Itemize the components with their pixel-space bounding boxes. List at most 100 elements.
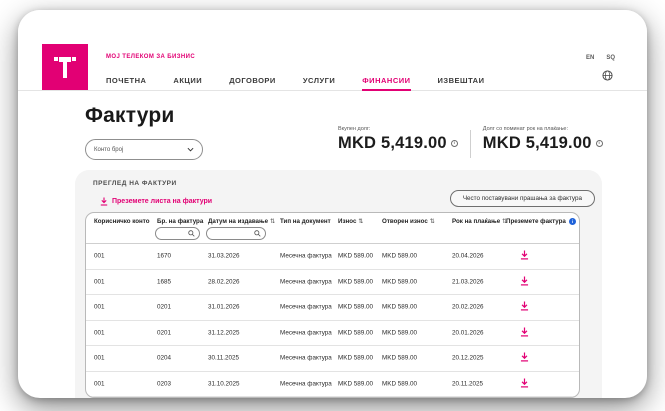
issue-date-filter-input[interactable]: [211, 230, 254, 237]
total-debt: Вкупен долг: MKD 5,419.00 i: [338, 126, 458, 153]
invoice-table-body: 001 1670 31.03.2026 Месечна фактура MKD …: [86, 244, 579, 397]
nav-item-pochetna[interactable]: ПОЧЕТНА: [106, 70, 146, 91]
nav-item-akcii[interactable]: АКЦИИ: [173, 70, 202, 91]
cell-invoice-no: 0204: [157, 354, 172, 362]
nav-item-uslugi[interactable]: УСЛУГИ: [303, 70, 335, 91]
sort-icon[interactable]: ⇅: [270, 218, 275, 225]
faq-button[interactable]: Често поставувани прашања за фактура: [449, 190, 595, 207]
cell-invoice-no: 0203: [157, 380, 172, 388]
download-icon: [520, 352, 529, 362]
cell-account: 001: [94, 252, 105, 260]
top-header: МОЈ ТЕЛЕКОМ ЗА БИЗНИС ПОЧЕТНА АКЦИИ ДОГО…: [18, 10, 647, 91]
download-icon: [520, 378, 529, 388]
cell-invoice-no: 0201: [157, 303, 172, 311]
column-header-due-date: Рок на плаќање ⇅: [452, 218, 508, 225]
info-icon[interactable]: i: [450, 140, 458, 147]
lang-en[interactable]: EN: [586, 55, 594, 61]
download-invoice-button[interactable]: [520, 301, 529, 313]
cell-issue-date: 31.12.2025: [208, 329, 240, 337]
info-icon[interactable]: i: [595, 140, 603, 147]
issue-date-filter[interactable]: [206, 227, 266, 240]
panel-title: ПРЕГЛЕД НА ФАКТУРИ: [93, 180, 177, 187]
lang-sq[interactable]: SQ: [606, 55, 615, 61]
cell-invoice-no: 0201: [157, 329, 172, 337]
download-invoice-button[interactable]: [520, 276, 529, 288]
cell-amount: MKD 589.00: [338, 278, 374, 286]
invoices-panel: ПРЕГЛЕД НА ФАКТУРИ Преземете листа на фа…: [75, 170, 602, 398]
cell-account: 001: [94, 329, 105, 337]
debt-summary: Вкупен долг: MKD 5,419.00 i Долг со поми…: [338, 126, 603, 158]
table-row: 001 0203 31.10.2025 Месечна фактура MKD …: [86, 372, 579, 397]
sort-icon[interactable]: ⇅: [358, 218, 363, 225]
cell-due-date: 20.01.2026: [452, 329, 484, 337]
cell-amount: MKD 589.00: [338, 354, 374, 362]
portal-label: МОЈ ТЕЛЕКОМ ЗА БИЗНИС: [106, 54, 196, 60]
cell-doc-type: Месечна фактура: [280, 354, 332, 362]
cell-account: 001: [94, 354, 105, 362]
cell-account: 001: [94, 380, 105, 388]
invoice-no-filter-input[interactable]: [160, 230, 188, 237]
cell-account: 001: [94, 278, 105, 286]
chevron-down-icon: [187, 147, 194, 152]
t-logo-icon: [54, 57, 76, 78]
account-select-label: Конто број: [94, 146, 124, 153]
cell-due-date: 20.11.2025: [452, 380, 484, 388]
sort-icon[interactable]: ⇅: [430, 218, 435, 225]
cell-invoice-no: 1670: [157, 252, 172, 260]
column-header-open-amount: Отворен износ ⇅: [382, 218, 435, 225]
nav-item-izveshtai[interactable]: ИЗВЕШТАИ: [438, 70, 485, 91]
download-icon: [520, 327, 529, 337]
table-row: 001 0204 30.11.2025 Месечна фактура MKD …: [86, 346, 579, 372]
table-row: 001 1685 28.02.2026 Месечна фактура MKD …: [86, 270, 579, 295]
cell-open-amount: MKD 589.00: [382, 303, 418, 311]
search-icon: [254, 230, 261, 237]
invoice-no-filter[interactable]: [155, 227, 200, 240]
column-header-amount: Износ ⇅: [338, 218, 364, 225]
invoices-table: Корисничко конто Бр. на фактура Датум на…: [85, 212, 580, 398]
cell-issue-date: 31.03.2026: [208, 252, 240, 260]
download-icon: [520, 301, 529, 311]
cell-issue-date: 31.01.2026: [208, 303, 240, 311]
telekom-t-logo[interactable]: [42, 44, 88, 90]
download-invoice-button[interactable]: [520, 250, 529, 262]
column-header-invoice-no: Бр. на фактура: [157, 218, 204, 225]
language-switcher: EN SQ: [586, 55, 615, 61]
cell-issue-date: 28.02.2026: [208, 278, 240, 286]
total-debt-label: Вкупен долг:: [338, 126, 371, 132]
cell-doc-type: Месечна фактура: [280, 252, 332, 260]
table-row: 001 1670 31.03.2026 Месечна фактура MKD …: [86, 244, 579, 270]
cell-invoice-no: 1685: [157, 278, 172, 286]
download-icon: [520, 250, 529, 260]
overdue-debt: Долг со поминат рок на плаќање: MKD 5,41…: [483, 126, 603, 153]
globe-icon[interactable]: [602, 70, 613, 81]
cell-open-amount: MKD 589.00: [382, 278, 418, 286]
page-title: Фактури: [85, 104, 175, 127]
cell-due-date: 20.12.2025: [452, 354, 484, 362]
download-invoice-button[interactable]: [520, 352, 529, 364]
cell-due-date: 20.02.2026: [452, 303, 484, 311]
cell-open-amount: MKD 589.00: [382, 252, 418, 260]
account-number-select[interactable]: Конто број: [85, 139, 203, 160]
download-invoice-button[interactable]: [520, 327, 529, 339]
nav-item-dogovori[interactable]: ДОГОВОРИ: [229, 70, 276, 91]
cell-open-amount: MKD 589.00: [382, 380, 418, 388]
cell-due-date: 21.03.2026: [452, 278, 484, 286]
info-icon[interactable]: i: [568, 218, 576, 225]
main-nav: ПОЧЕТНА АКЦИИ ДОГОВОРИ УСЛУГИ ФИНАНСИИ И…: [106, 70, 485, 91]
cell-issue-date: 31.10.2025: [208, 380, 240, 388]
cell-amount: MKD 589.00: [338, 252, 374, 260]
cell-account: 001: [94, 303, 105, 311]
download-icon: [100, 197, 108, 206]
column-header-doc-type: Тип на документ: [280, 218, 331, 225]
download-invoice-button[interactable]: [520, 378, 529, 390]
cell-doc-type: Месечна фактура: [280, 303, 332, 311]
column-header-account: Корисничко конто: [94, 218, 150, 225]
nav-item-finansii[interactable]: ФИНАНСИИ: [362, 70, 411, 91]
column-header-issue-date: Датум на издавање ⇅: [208, 218, 276, 225]
debt-divider: [469, 130, 471, 158]
app-window: МОЈ ТЕЛЕКОМ ЗА БИЗНИС ПОЧЕТНА АКЦИИ ДОГО…: [18, 10, 647, 398]
cell-open-amount: MKD 589.00: [382, 354, 418, 362]
table-row: 001 0201 31.12.2025 Месечна фактура MKD …: [86, 321, 579, 346]
cell-amount: MKD 589.00: [338, 303, 374, 311]
download-invoice-list-link[interactable]: Преземете листа на фактури: [100, 197, 212, 206]
